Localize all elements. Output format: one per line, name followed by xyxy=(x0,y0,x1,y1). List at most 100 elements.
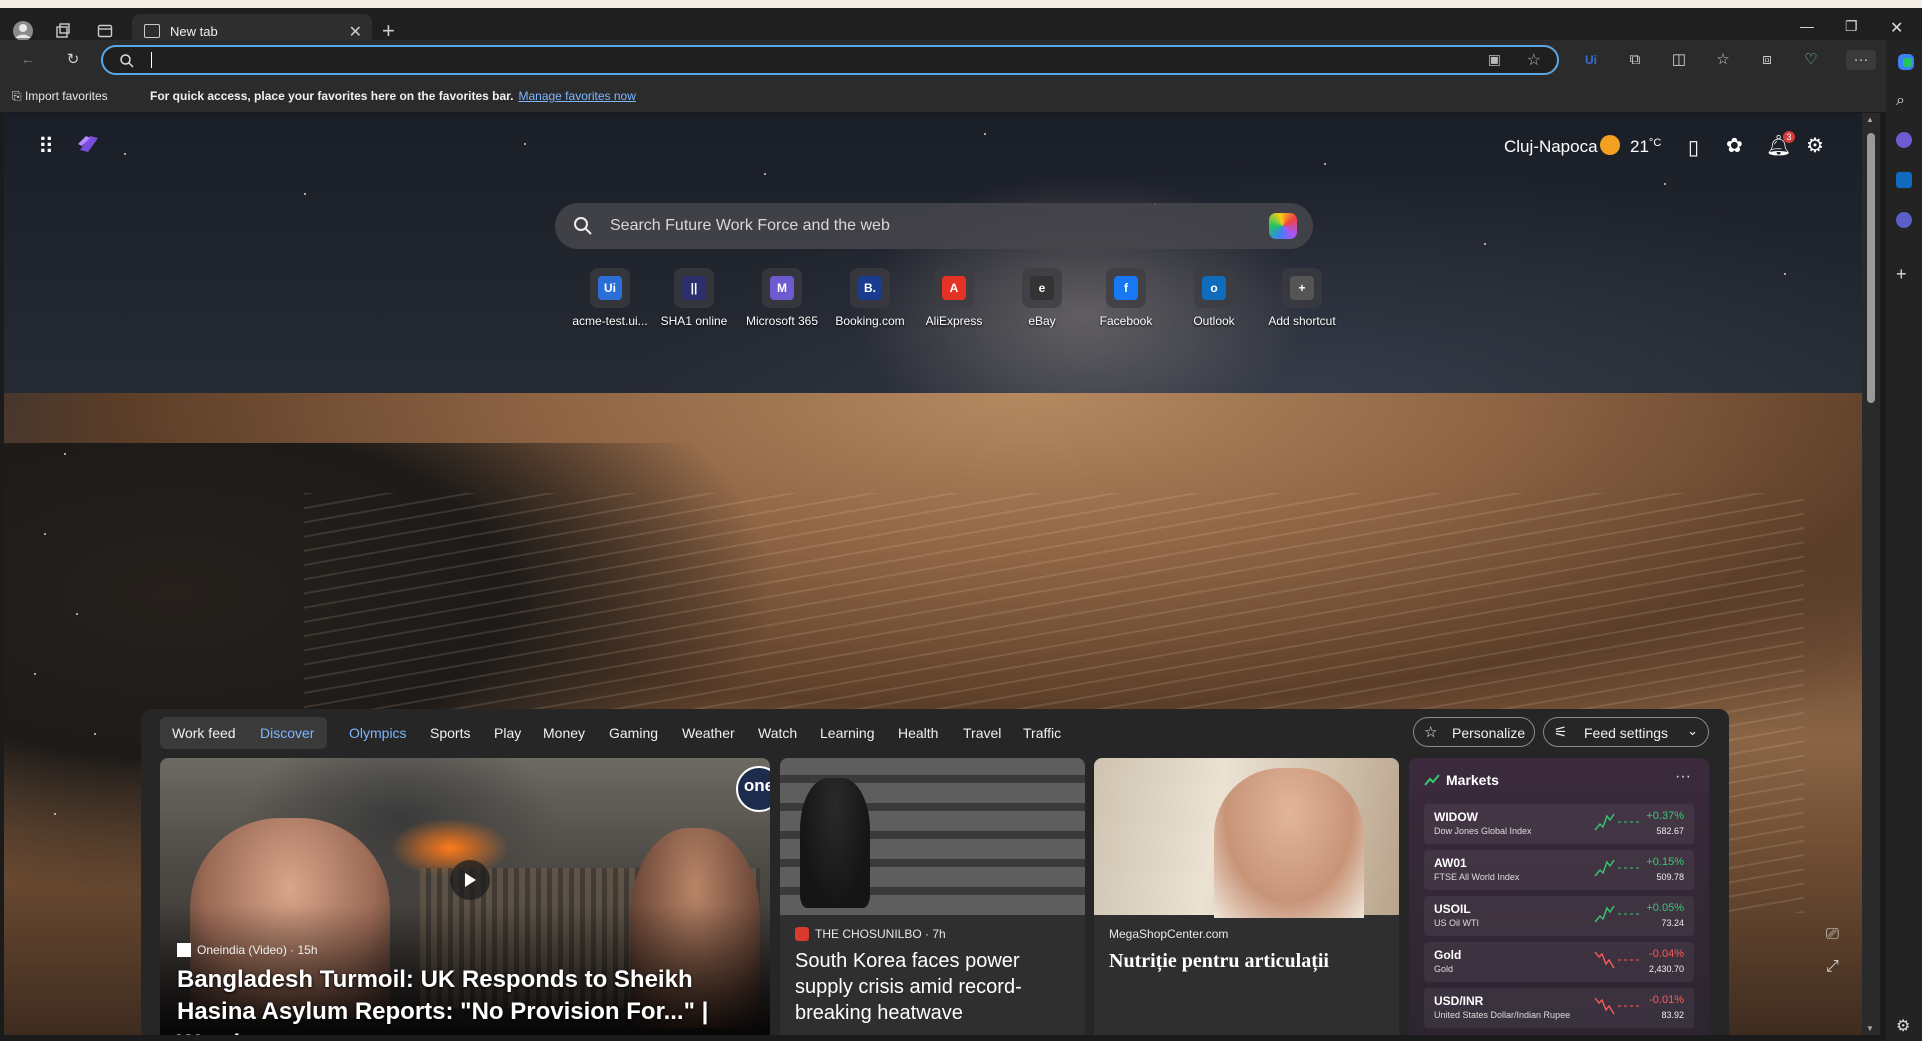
copilot-icon[interactable] xyxy=(1269,213,1297,239)
card-headline[interactable]: South Korea faces power supply crisis am… xyxy=(795,948,1075,1026)
shortcut-label: AliExpress xyxy=(925,314,983,328)
add-sidebar-app-icon[interactable]: + xyxy=(1896,264,1907,285)
immersive-reader-icon[interactable]: ▣ xyxy=(1488,51,1501,68)
market-row[interactable]: AW01 FTSE All World Index +0.15% 509.78 xyxy=(1424,850,1694,890)
booking-icon: B. xyxy=(858,276,882,300)
favorites-bar-message: For quick access, place your favorites h… xyxy=(150,89,636,103)
shortcut-icon-tile: A xyxy=(934,268,974,308)
microsoft-365-icon[interactable] xyxy=(1896,132,1912,148)
market-row[interactable]: USD/INR United States Dollar/Indian Rupee… xyxy=(1424,988,1694,1028)
shortcut-label: Booking.com xyxy=(835,314,905,328)
market-change: -0.01% xyxy=(1649,994,1684,1006)
shortcut-label: eBay xyxy=(1028,314,1056,328)
address-bar[interactable]: ▣ ☆ xyxy=(101,45,1559,75)
teams-icon[interactable] xyxy=(1896,212,1912,228)
shortcut-tile[interactable]: || SHA1 online xyxy=(652,268,736,328)
sidebar-settings-gear-icon[interactable]: ⚙ xyxy=(1896,1016,1910,1036)
shortcut-tile[interactable]: f Facebook xyxy=(1084,268,1168,328)
play-video-icon[interactable] xyxy=(450,860,490,900)
tab-health[interactable]: Health xyxy=(898,725,938,741)
shortcut-tile[interactable]: Ui acme-test.ui... xyxy=(568,268,652,328)
tab-work-feed[interactable]: Work feed xyxy=(172,725,236,741)
shortcut-tile[interactable]: e eBay xyxy=(1000,268,1084,328)
manage-favorites-link[interactable]: Manage favorites now xyxy=(518,89,635,103)
back-arrow-icon[interactable]: ← xyxy=(17,50,39,70)
card-headline[interactable]: Nutriție pentru articulații xyxy=(1109,948,1389,974)
minimize-icon[interactable]: — xyxy=(1800,18,1814,34)
feed-settings-button[interactable]: ⚟ Feed settings ⌄ xyxy=(1543,717,1709,747)
favorite-star-icon[interactable]: ☆ xyxy=(1527,50,1541,70)
more-options-icon[interactable]: ··· xyxy=(1675,768,1691,786)
temperature-unit: °C xyxy=(1648,137,1662,149)
extensions-puzzle-icon[interactable]: ⧉ xyxy=(1624,50,1646,70)
tab-traffic[interactable]: Traffic xyxy=(1023,725,1061,741)
tab-learning[interactable]: Learning xyxy=(820,725,875,741)
feedback-icon[interactable]: ⎚ xyxy=(1826,926,1839,944)
close-tab-icon[interactable]: ✕ xyxy=(349,22,362,42)
tab-play[interactable]: Play xyxy=(494,725,521,741)
mobile-device-icon[interactable]: ▯ xyxy=(1688,135,1699,160)
shortcut-tile[interactable]: B. Booking.com xyxy=(828,268,912,328)
shortcut-icon-tile: + xyxy=(1282,268,1322,308)
tab-sports[interactable]: Sports xyxy=(430,725,470,741)
tab-weather[interactable]: Weather xyxy=(682,725,735,741)
weather-temperature[interactable]: 21°C xyxy=(1630,137,1661,157)
market-value: 509.78 xyxy=(1656,872,1684,882)
market-name: Dow Jones Global Index xyxy=(1434,826,1532,836)
ad-card-nutrition[interactable]: MegaShopCenter.com Nutriție pentru artic… xyxy=(1094,758,1399,1035)
hero-news-card[interactable]: one Oneindia (Video) · 15h Bangladesh Tu… xyxy=(160,758,770,1035)
collections-icon[interactable]: ⧈ xyxy=(1756,50,1778,70)
market-symbol: Gold xyxy=(1434,948,1462,962)
news-card-image xyxy=(780,758,1085,915)
uipath-extension-icon[interactable]: Ui xyxy=(1580,50,1602,70)
market-row[interactable]: WIDOW Dow Jones Global Index +0.37% 582.67 xyxy=(1424,804,1694,844)
market-symbol: USD/INR xyxy=(1434,994,1484,1008)
rewards-icon[interactable]: ✿ xyxy=(1726,133,1743,158)
scrollbar-thumb[interactable] xyxy=(1867,133,1875,403)
hero-headline[interactable]: Bangladesh Turmoil: UK Responds to Sheik… xyxy=(177,964,767,1035)
browser-essentials-icon[interactable]: ♡ xyxy=(1800,50,1822,70)
markets-widget[interactable]: Markets ··· WIDOW Dow Jones Global Index +… xyxy=(1409,758,1709,1035)
shortcut-icon-tile: || xyxy=(674,268,714,308)
tab-gaming[interactable]: Gaming xyxy=(609,725,658,741)
apps-grid-icon[interactable]: ⠿ xyxy=(38,134,54,160)
tab-money[interactable]: Money xyxy=(543,725,585,741)
page-scrollbar[interactable]: ▲ ▼ xyxy=(1862,113,1880,1035)
restore-icon[interactable]: ❐ xyxy=(1845,18,1858,35)
card-source: THE CHOSUNILBO · 7h xyxy=(795,927,946,941)
edge-sidebar: ⌕ + ⚙ xyxy=(1886,40,1922,1041)
personalize-button[interactable]: ☆ Personalize xyxy=(1413,717,1535,747)
weather-city[interactable]: Cluj-Napoca xyxy=(1504,137,1598,157)
market-row[interactable]: Gold Gold -0.04% 2,430.70 xyxy=(1424,942,1694,982)
tab-watch[interactable]: Watch xyxy=(758,725,797,741)
shortcut-tile[interactable]: o Outlook xyxy=(1172,268,1256,328)
card-source: MegaShopCenter.com xyxy=(1109,927,1228,941)
shortcut-tile[interactable]: + Add shortcut xyxy=(1260,268,1344,328)
market-name: US Oil WTI xyxy=(1434,918,1479,928)
tab-travel[interactable]: Travel xyxy=(963,725,1001,741)
copilot-sidebar-icon[interactable] xyxy=(1896,52,1916,77)
shortcut-tile[interactable]: A AliExpress xyxy=(912,268,996,328)
scroll-down-icon[interactable]: ▼ xyxy=(1866,1024,1874,1033)
favorites-icon[interactable]: ☆ xyxy=(1712,50,1734,70)
page-settings-gear-icon[interactable]: ⚙ xyxy=(1806,133,1824,158)
import-favorites-button[interactable]: ⎘ Import favorites xyxy=(12,89,108,104)
close-window-icon[interactable]: ✕ xyxy=(1890,18,1903,38)
shortcut-tile[interactable]: M Microsoft 365 xyxy=(740,268,824,328)
tab-olympics[interactable]: Olympics xyxy=(349,725,407,741)
web-search-box[interactable]: Search Future Work Force and the web xyxy=(555,203,1313,249)
news-card-power-crisis[interactable]: THE CHOSUNILBO · 7h South Korea faces po… xyxy=(780,758,1085,1035)
outlook-icon[interactable] xyxy=(1896,172,1912,188)
org-logo-icon[interactable] xyxy=(76,132,102,156)
tab-page-icon xyxy=(144,24,160,38)
expand-icon[interactable]: ⤢ xyxy=(1826,958,1839,976)
split-screen-icon[interactable]: ◫ xyxy=(1668,50,1690,70)
refresh-icon[interactable]: ↻ xyxy=(62,50,84,70)
plus-icon: + xyxy=(1290,276,1314,300)
sidebar-search-icon[interactable]: ⌕ xyxy=(1896,92,1905,110)
tab-discover[interactable]: Discover xyxy=(260,725,314,741)
notification-badge: 3 xyxy=(1783,131,1795,143)
scroll-up-icon[interactable]: ▲ xyxy=(1866,115,1874,124)
market-row[interactable]: USOIL US Oil WTI +0.05% 73.24 xyxy=(1424,896,1694,936)
more-menu-icon[interactable]: ··· xyxy=(1846,50,1876,70)
